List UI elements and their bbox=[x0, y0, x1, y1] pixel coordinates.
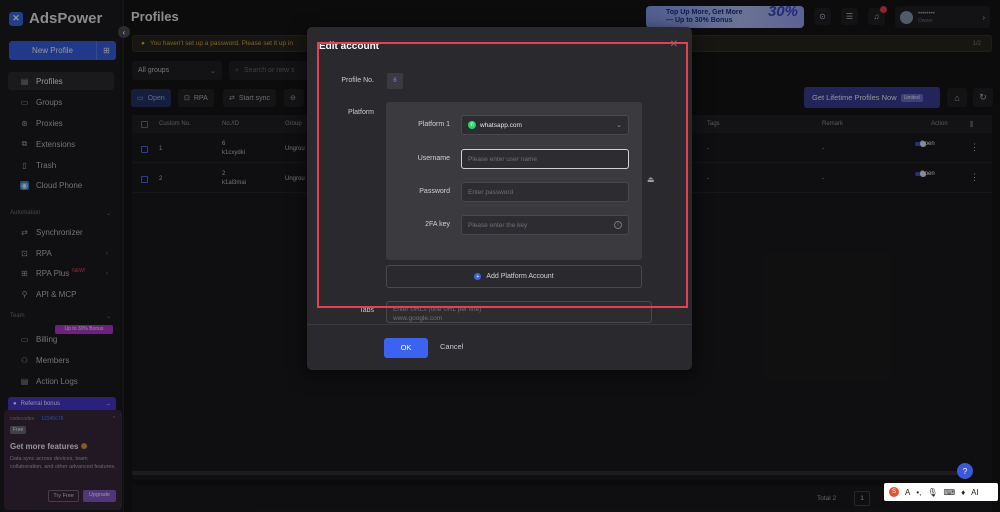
password-placeholder: Enter password bbox=[468, 188, 514, 196]
plus-icon: + bbox=[474, 273, 482, 280]
punctuation-icon[interactable]: •, bbox=[916, 488, 921, 497]
ime-logo-icon[interactable]: S bbox=[889, 487, 899, 497]
collapse-sidebar-icon[interactable]: ‹ bbox=[118, 26, 130, 38]
delete-platform-icon[interactable]: ⏏ bbox=[647, 175, 655, 184]
add-platform-account-button[interactable]: + Add Platform Account bbox=[386, 265, 642, 288]
platform-label: Platform bbox=[347, 109, 374, 116]
twofa-placeholder: Please enter the key bbox=[468, 221, 528, 229]
username-label: Username bbox=[417, 155, 450, 162]
twofa-label: 2FA key bbox=[425, 221, 450, 228]
info-icon[interactable]: i bbox=[614, 221, 622, 229]
chevron-down-icon: ⌄ bbox=[616, 122, 622, 129]
password-label: Password bbox=[419, 188, 450, 195]
keyboard-icon[interactable]: ⌨ bbox=[944, 488, 956, 497]
help-chat-icon[interactable]: ? bbox=[957, 463, 973, 479]
close-icon[interactable]: ✕ bbox=[670, 39, 678, 50]
tabs-example: www.google.com bbox=[393, 315, 443, 322]
platform-select[interactable]: ✆ whatsapp.com ⌄ bbox=[461, 115, 629, 135]
ok-button[interactable]: OK bbox=[384, 338, 428, 358]
add-platform-label: Add Platform Account bbox=[486, 273, 554, 280]
dialog-footer: OK Cancel bbox=[307, 324, 692, 370]
tabs-label: Tabs bbox=[359, 307, 374, 314]
profile-no-label: Profile No. bbox=[341, 77, 374, 84]
platform1-label: Platform 1 bbox=[418, 121, 450, 128]
platform-panel: Platform 1 ✆ whatsapp.com ⌄ Username Ple… bbox=[386, 102, 642, 260]
tabs-textarea[interactable]: Enter URLs (one URL per line) www.google… bbox=[386, 301, 652, 323]
skin-icon[interactable]: ♦ bbox=[961, 488, 965, 497]
microphone-icon[interactable]: 🎙 bbox=[927, 488, 937, 497]
ai-icon[interactable]: AI bbox=[971, 488, 979, 497]
profile-no-value: 6 bbox=[387, 73, 403, 89]
font-icon[interactable]: A bbox=[905, 488, 910, 497]
password-field[interactable]: Enter password bbox=[461, 182, 629, 202]
whatsapp-icon: ✆ bbox=[468, 121, 476, 129]
username-placeholder: Please enter user name bbox=[468, 155, 538, 163]
input-method-toolbar: S A •, 🎙 ⌨ ♦ AI bbox=[884, 483, 998, 501]
twofa-field[interactable]: Please enter the key i bbox=[461, 215, 629, 235]
tabs-placeholder: Enter URLs (one URL per line) bbox=[393, 306, 482, 313]
edit-account-dialog: Edit account ✕ Profile No. 6 Platform Pl… bbox=[307, 27, 692, 370]
platform-select-value: whatsapp.com bbox=[480, 121, 522, 129]
cancel-button[interactable]: Cancel bbox=[440, 342, 463, 351]
dialog-title: Edit account bbox=[319, 41, 380, 52]
username-field[interactable]: Please enter user name bbox=[461, 149, 629, 169]
